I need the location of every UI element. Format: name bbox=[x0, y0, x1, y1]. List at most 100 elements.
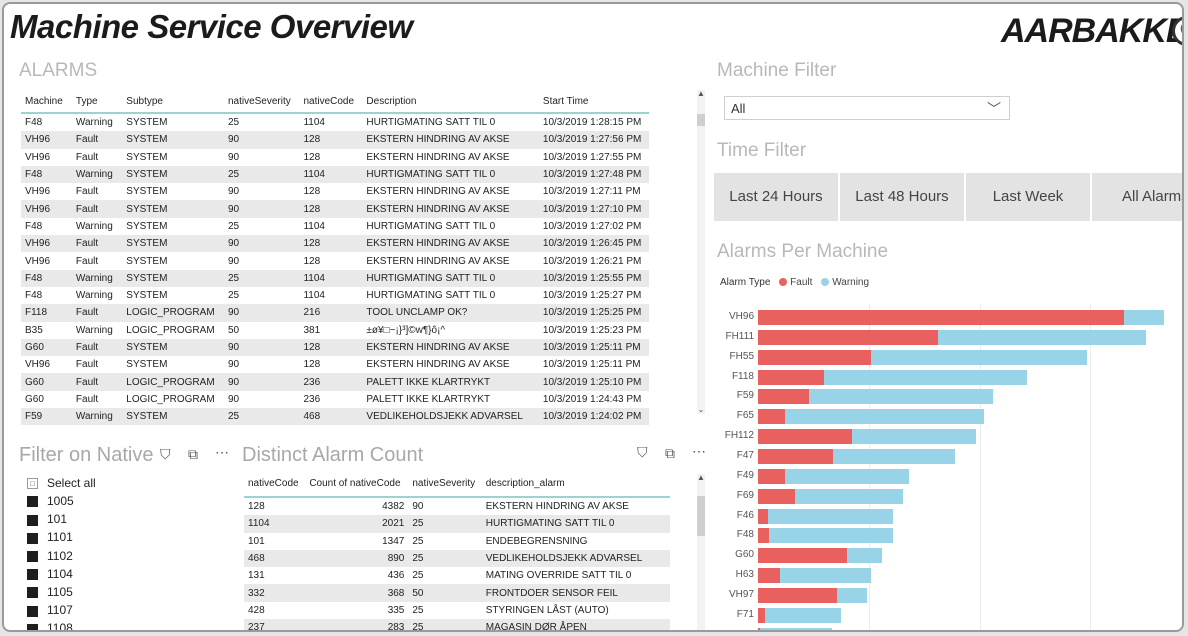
bar-warning-g60[interactable] bbox=[846, 548, 883, 564]
last-48-hours-button[interactable]: Last 48 Hours bbox=[840, 173, 964, 221]
table-row[interactable]: 1104 2021 25 HURTIGMATING SATT TIL 0 bbox=[244, 515, 670, 533]
slicer-item[interactable]: 1101 bbox=[27, 528, 73, 546]
slicer-item[interactable]: 1105 bbox=[27, 583, 73, 601]
bar-fault-f69[interactable] bbox=[758, 488, 795, 504]
machine-filter-dropdown[interactable]: All ﹀ bbox=[724, 96, 1010, 120]
bar-warning-fh111[interactable] bbox=[937, 329, 1146, 345]
bar-warning-f69[interactable] bbox=[794, 488, 904, 504]
scroll-up-icon[interactable]: ▲ bbox=[697, 474, 705, 482]
focus-mode-icon[interactable]: ⧉ bbox=[665, 445, 675, 462]
checkbox-icon[interactable] bbox=[27, 623, 38, 630]
bar-fault-fh55[interactable] bbox=[758, 349, 872, 365]
filter-icon[interactable]: ⛉ bbox=[637, 444, 648, 461]
bar-fault-f48[interactable] bbox=[758, 528, 770, 544]
column-header[interactable]: Machine bbox=[21, 90, 72, 114]
checkbox-icon[interactable]: □ bbox=[27, 478, 38, 490]
table-row[interactable]: 468 890 25 VEDLIKEHOLDSJEKK ADVARSEL bbox=[244, 549, 670, 568]
table-row[interactable]: F118 Fault LOGIC_PROGRAM 90 216 TOOL UNCLAMP … bbox=[21, 304, 649, 322]
bar-warning-f49[interactable] bbox=[784, 468, 909, 484]
column-header[interactable]: Start Time bbox=[538, 90, 649, 114]
table-row[interactable]: G60 Fault LOGIC_PROGRAM 90 236 PALETT IKKE KL… bbox=[21, 391, 649, 408]
bar-warning-f48[interactable] bbox=[769, 528, 894, 544]
slicer-item[interactable]: 1104 bbox=[27, 565, 73, 583]
table-row[interactable]: 332 368 50 FRONTDOER SENSOR FEIL bbox=[244, 584, 670, 602]
column-header[interactable]: nativeSeverity bbox=[408, 471, 482, 498]
bar-fault-f46[interactable] bbox=[758, 508, 768, 524]
column-header[interactable]: Count of nativeCode bbox=[305, 471, 409, 498]
table-row[interactable]: VH96 Fault SYSTEM 90 128 EKSTERN HINDRING AV … bbox=[21, 200, 649, 218]
chevron-down-icon[interactable]: ﹀ bbox=[987, 97, 1001, 121]
bar-warning-h63[interactable] bbox=[780, 568, 872, 584]
checkbox-icon[interactable] bbox=[27, 496, 38, 508]
table-row[interactable]: 428 335 25 STYRINGEN LÅST (AUTO) bbox=[244, 602, 670, 619]
table-row[interactable]: VH96 Fault SYSTEM 90 128 EKSTERN HINDRING AV … bbox=[21, 183, 649, 200]
checkbox-icon[interactable] bbox=[27, 550, 38, 562]
bar-warning-f59[interactable] bbox=[808, 389, 993, 405]
more-options-icon[interactable]: ⋯ bbox=[215, 444, 229, 461]
slicer-item[interactable]: 101 bbox=[27, 510, 67, 528]
bar-fault-fh111[interactable] bbox=[758, 329, 938, 345]
table-row[interactable]: F48 Warning SYSTEM 25 1104 HURTIGMATING SATT … bbox=[21, 165, 649, 184]
checkbox-icon[interactable] bbox=[27, 569, 38, 581]
table-row[interactable]: VH96 Fault SYSTEM 90 128 EKSTERN HINDRING AV … bbox=[21, 235, 649, 253]
table-row[interactable]: 128 4382 90 EKSTERN HINDRING AV AKSE bbox=[244, 497, 670, 515]
slicer-item[interactable]: 1005 bbox=[27, 492, 74, 510]
table-row[interactable]: G60 Fault SYSTEM 90 128 EKSTERN HINDRING AV A… bbox=[21, 338, 649, 357]
table-row[interactable]: VH96 Fault SYSTEM 90 128 EKSTERN HINDRING AV … bbox=[21, 149, 649, 166]
scroll-thumb[interactable] bbox=[697, 114, 705, 126]
alarms-scrollbar[interactable]: ▲ ⌄ bbox=[697, 90, 705, 414]
bar-warning-f118[interactable] bbox=[824, 369, 1028, 385]
checkbox-icon[interactable] bbox=[27, 605, 38, 617]
last-week-button[interactable]: Last Week bbox=[966, 173, 1090, 221]
table-row[interactable]: B35 Warning LOGIC_PROGRAM 50 381 ±ø¥□~¡}³]©w¶… bbox=[21, 322, 649, 339]
column-header[interactable]: Description bbox=[362, 90, 539, 114]
bar-warning-f71[interactable] bbox=[764, 607, 842, 623]
checkbox-icon[interactable] bbox=[27, 532, 38, 544]
bar-fault-f65[interactable] bbox=[758, 409, 785, 425]
bar-fault-vh96[interactable] bbox=[758, 310, 1124, 325]
column-header[interactable]: nativeCode bbox=[244, 471, 306, 498]
bar-warning-fh55[interactable] bbox=[871, 349, 1088, 365]
slicer-item[interactable]: 1107 bbox=[27, 601, 73, 619]
bar-fault-f71[interactable] bbox=[758, 607, 765, 623]
bar-fault-h63[interactable] bbox=[758, 568, 781, 584]
bar-fault-f59[interactable] bbox=[758, 389, 809, 405]
scroll-down-icon[interactable]: ⌄ bbox=[697, 406, 705, 414]
table-row[interactable]: VH96 Fault SYSTEM 90 128 EKSTERN HINDRING AV … bbox=[21, 356, 649, 373]
slicer-item[interactable]: 1102 bbox=[27, 547, 73, 565]
focus-mode-icon[interactable]: ⧉ bbox=[188, 446, 198, 463]
bar-warning-f47[interactable] bbox=[833, 448, 956, 464]
column-header[interactable]: description_alarm bbox=[481, 471, 670, 498]
bar-fault-fh112[interactable] bbox=[758, 429, 853, 445]
all-alarms-button[interactable]: All Alarms bbox=[1092, 173, 1182, 221]
table-row[interactable]: VH96 Fault SYSTEM 90 128 EKSTERN HINDRING AV … bbox=[21, 252, 649, 269]
column-header[interactable]: Subtype bbox=[122, 90, 224, 114]
table-row[interactable]: F48 Warning SYSTEM 25 1104 HURTIGMATING SATT … bbox=[21, 113, 649, 131]
table-row[interactable]: F59 Warning SYSTEM 25 468 VEDLIKEHOLDSJEKK AD… bbox=[21, 408, 649, 426]
column-header[interactable]: Type bbox=[71, 90, 123, 114]
column-header[interactable]: nativeSeverity bbox=[223, 90, 300, 114]
table-row[interactable]: F48 Warning SYSTEM 25 1104 HURTIGMATING SATT … bbox=[21, 287, 649, 304]
table-row[interactable]: VH96 Fault SYSTEM 90 128 EKSTERN HINDRING AV … bbox=[21, 131, 649, 149]
bar-fault-f49[interactable] bbox=[758, 468, 785, 484]
bar-warning-f58[interactable] bbox=[760, 627, 833, 630]
table-row[interactable]: G60 Fault LOGIC_PROGRAM 90 236 PALETT IKKE KL… bbox=[21, 373, 649, 391]
bar-warning-f46[interactable] bbox=[767, 508, 894, 524]
bar-warning-fh112[interactable] bbox=[852, 429, 977, 445]
bar-warning-vh97[interactable] bbox=[836, 587, 867, 603]
filter-icon[interactable]: ⛉ bbox=[160, 446, 171, 463]
checkbox-icon[interactable] bbox=[27, 587, 38, 599]
bar-warning-f65[interactable] bbox=[784, 409, 985, 425]
table-row[interactable]: 237 283 25 MAGASIN DØR ÅPEN bbox=[244, 619, 670, 630]
bar-fault-f47[interactable] bbox=[758, 448, 834, 464]
table-row[interactable]: 101 1347 25 ENDEBEGRENSNING bbox=[244, 533, 670, 550]
scroll-thumb[interactable] bbox=[697, 496, 705, 536]
bar-fault-vh97[interactable] bbox=[758, 587, 837, 603]
checkbox-icon[interactable] bbox=[27, 514, 38, 526]
column-header[interactable]: nativeCode bbox=[299, 90, 363, 114]
bar-fault-g60[interactable] bbox=[758, 548, 847, 564]
last-24-hours-button[interactable]: Last 24 Hours bbox=[714, 173, 838, 221]
bar-warning-vh96[interactable] bbox=[1123, 310, 1164, 325]
table-row[interactable]: F48 Warning SYSTEM 25 1104 HURTIGMATING SATT … bbox=[21, 218, 649, 235]
select-all-option[interactable]: □ Select all bbox=[27, 474, 96, 492]
